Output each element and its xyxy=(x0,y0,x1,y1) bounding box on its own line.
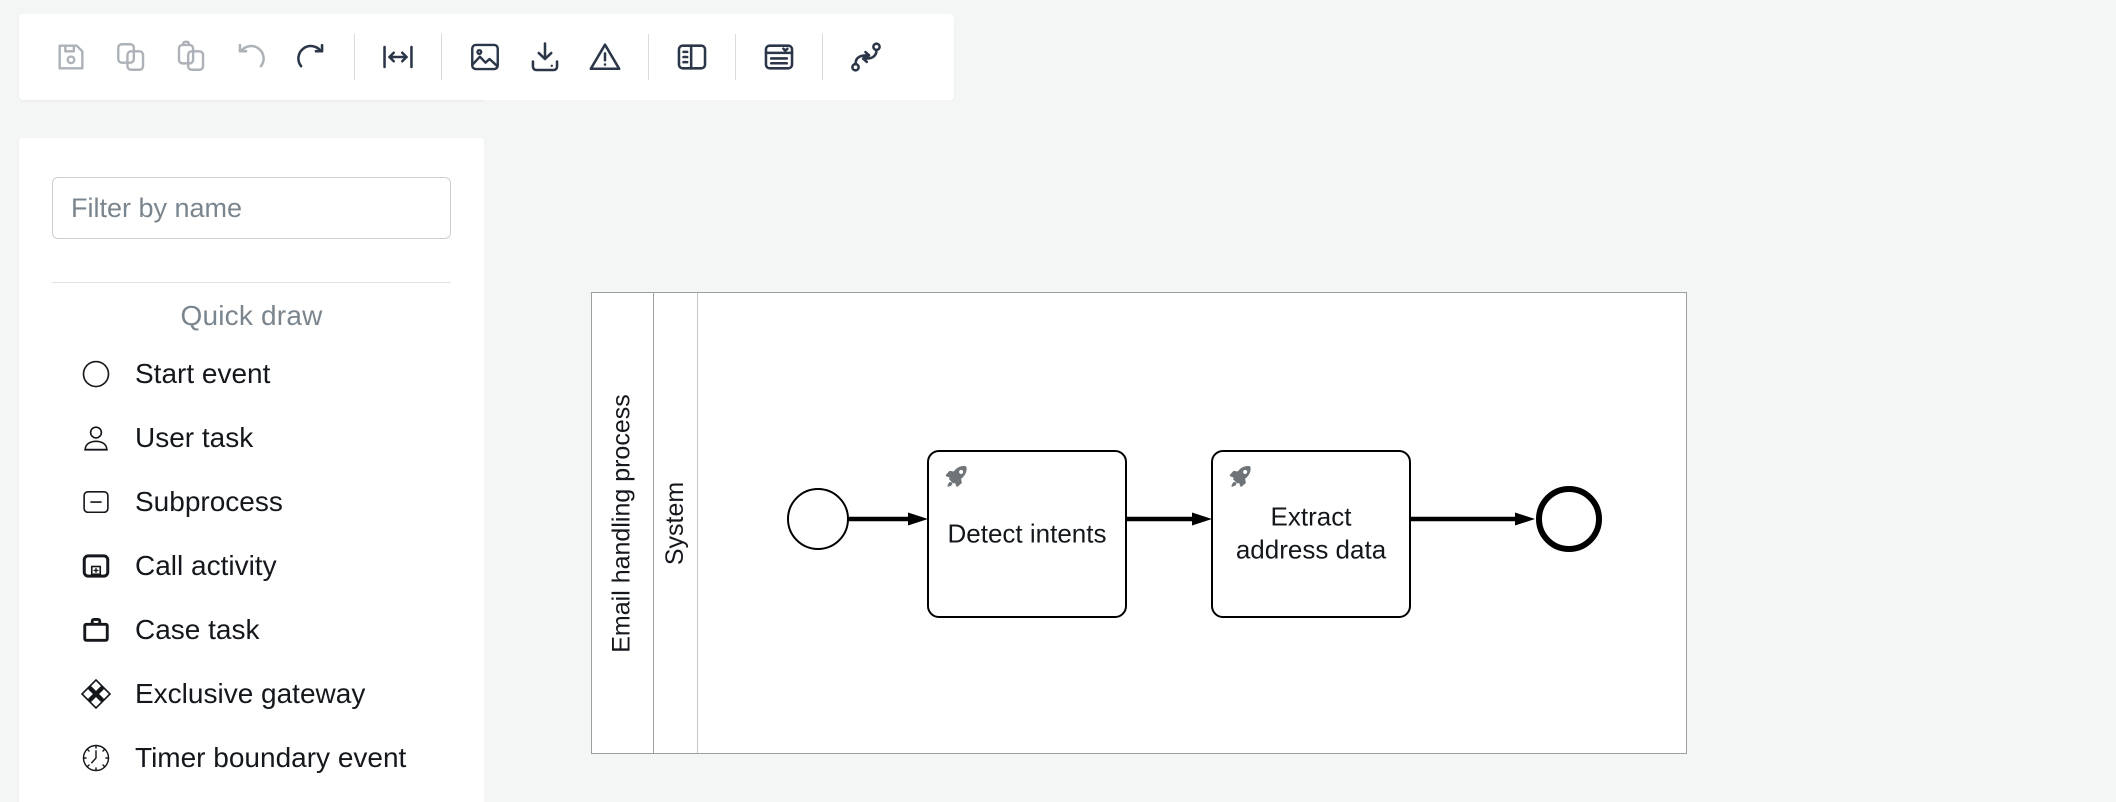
palette-item-label: User task xyxy=(135,422,254,453)
palette-item-label: Exclusive gateway xyxy=(135,678,366,709)
toggle-panel-button[interactable] xyxy=(662,27,722,87)
task-label: Extract address data xyxy=(1235,501,1387,565)
palette-item-label: Case task xyxy=(135,614,260,645)
bpmn-pool[interactable]: Email handling process System Detect int… xyxy=(591,292,1687,754)
export-image-button[interactable] xyxy=(455,27,515,87)
bpmn-task-extract-address-data[interactable]: Extract address data xyxy=(1211,450,1411,618)
copy-button[interactable] xyxy=(101,27,161,87)
palette-item-label: Subprocess xyxy=(135,486,283,517)
editor-toolbar xyxy=(19,14,954,100)
pool-label: Email handling process xyxy=(592,293,654,753)
subprocess-icon xyxy=(79,485,113,519)
lane-body: Detect intents Extract address data xyxy=(698,293,1686,753)
filter-field-wrapper xyxy=(19,138,484,239)
quick-draw-list: Start event User task Subprocess Call ac… xyxy=(19,342,484,790)
palette-item-subprocess[interactable]: Subprocess xyxy=(79,470,484,534)
bpmn-editor-app: Quick draw Start event User task xyxy=(0,0,2116,802)
forms-button[interactable] xyxy=(749,27,809,87)
sequence-flow-3[interactable] xyxy=(1409,512,1539,526)
rocket-icon xyxy=(1227,463,1253,489)
lane-label-text: System xyxy=(661,481,690,565)
start-event-icon xyxy=(79,357,113,391)
fit-to-width-button[interactable] xyxy=(368,27,428,87)
pool-label-text: Email handling process xyxy=(608,393,637,653)
quick-draw-heading: Quick draw xyxy=(180,300,323,331)
toolbar-divider xyxy=(822,34,823,80)
sequence-flow-2[interactable] xyxy=(1126,512,1214,526)
toolbar-divider xyxy=(441,34,442,80)
toolbar-divider xyxy=(648,34,649,80)
palette-item-call-activity[interactable]: Call activity xyxy=(79,534,484,598)
palette-item-timer-boundary-event[interactable]: Timer boundary event xyxy=(79,726,484,790)
exclusive-gateway-icon xyxy=(79,677,113,711)
bpmn-end-event[interactable] xyxy=(1536,486,1602,552)
process-flow-button[interactable] xyxy=(836,27,896,87)
toolbar-divider xyxy=(354,34,355,80)
undo-button[interactable] xyxy=(221,27,281,87)
bpmn-canvas[interactable]: Email handling process System Detect int… xyxy=(484,100,2116,802)
palette-item-user-task[interactable]: User task xyxy=(79,406,484,470)
rocket-icon xyxy=(943,463,969,489)
paste-button[interactable] xyxy=(161,27,221,87)
download-button[interactable] xyxy=(515,27,575,87)
redo-button[interactable] xyxy=(281,27,341,87)
lane-label: System xyxy=(654,293,698,753)
user-task-icon xyxy=(79,421,113,455)
toolbar-divider xyxy=(735,34,736,80)
palette-item-exclusive-gateway[interactable]: Exclusive gateway xyxy=(79,662,484,726)
bpmn-start-event[interactable] xyxy=(787,488,849,550)
call-activity-icon xyxy=(79,549,113,583)
case-task-icon xyxy=(79,613,113,647)
palette-item-label: Start event xyxy=(135,358,271,389)
timer-boundary-event-icon xyxy=(79,741,113,775)
problems-button[interactable] xyxy=(575,27,635,87)
palette-item-start-event[interactable]: Start event xyxy=(79,342,484,406)
palette-item-label: Timer boundary event xyxy=(135,742,407,773)
palette-item-label: Call activity xyxy=(135,550,277,581)
bpmn-task-detect-intents[interactable]: Detect intents xyxy=(927,450,1127,618)
task-label: Detect intents xyxy=(947,518,1107,549)
save-button[interactable] xyxy=(41,27,101,87)
filter-by-name-input[interactable] xyxy=(52,177,451,239)
palette-sidebar: Quick draw Start event User task xyxy=(19,138,484,802)
palette-item-case-task[interactable]: Case task xyxy=(79,598,484,662)
sequence-flow-1[interactable] xyxy=(848,512,930,526)
